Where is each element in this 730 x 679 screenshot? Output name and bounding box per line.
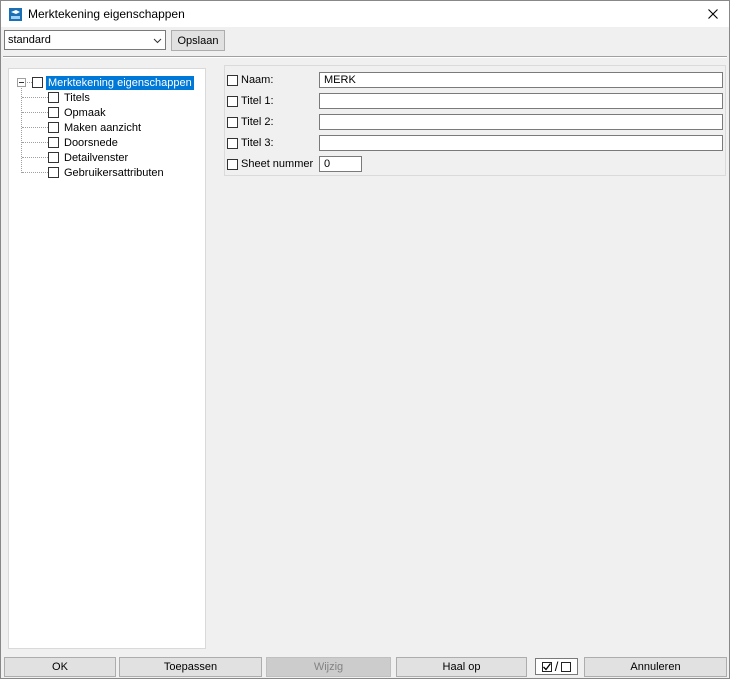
tree-item-titels[interactable]: Titels: [48, 90, 92, 105]
property-row-naam: Naam:: [227, 72, 273, 88]
property-checkbox[interactable]: [227, 116, 238, 128]
titel-2-field[interactable]: [319, 114, 723, 130]
tree-item-label: Titels: [64, 91, 90, 104]
naam-field[interactable]: MERK: [319, 72, 723, 88]
tree-line: [22, 142, 48, 143]
unchecked-box-icon: [561, 661, 572, 672]
property-row-titel-2: Titel 2:: [227, 114, 274, 130]
tree-item-gebruikersattributen[interactable]: Gebruikersattributen: [48, 165, 166, 180]
property-tree[interactable]: Merktekening eigenschappen Titels Opmaak…: [8, 68, 206, 649]
separator: [3, 56, 727, 58]
property-checkbox[interactable]: [227, 95, 238, 107]
tree-line: [22, 127, 48, 128]
property-label: Titel 3:: [241, 137, 274, 149]
tree-item-label: Merktekening eigenschappen: [46, 75, 194, 90]
tree-checkbox[interactable]: [48, 122, 59, 133]
property-row-titel-1: Titel 1:: [227, 93, 274, 109]
tree-checkbox[interactable]: [48, 167, 59, 178]
property-label: Sheet nummer: [241, 158, 314, 170]
dialog-window: Merktekening eigenschappen standard Opsl…: [0, 0, 730, 679]
property-label: Titel 2:: [241, 116, 274, 128]
tree-item-label: Opmaak: [64, 106, 106, 119]
tree-checkbox[interactable]: [48, 92, 59, 103]
property-label: Titel 1:: [241, 95, 274, 107]
select-all-toggle-button[interactable]: /: [535, 658, 578, 675]
cancel-button[interactable]: Annuleren: [584, 657, 727, 677]
tree-checkbox[interactable]: [48, 137, 59, 148]
app-icon: [9, 8, 22, 21]
tree-checkbox[interactable]: [48, 152, 59, 163]
get-button[interactable]: Haal op: [396, 657, 527, 677]
titel-3-field[interactable]: [319, 135, 723, 151]
title-bar: Merktekening eigenschappen: [1, 1, 729, 27]
titel-1-field[interactable]: [319, 93, 723, 109]
preset-value: standard: [8, 34, 51, 46]
close-button[interactable]: [701, 2, 725, 26]
toggle-separator: /: [554, 658, 559, 674]
close-icon: [708, 9, 718, 19]
properties-panel: Naam: MERK Titel 1: Titel 2: Titel 3: Sh…: [224, 65, 726, 176]
preset-select[interactable]: standard: [4, 30, 166, 50]
tree-line: [22, 112, 48, 113]
tree-item-label: Maken aanzicht: [64, 121, 142, 134]
ok-button[interactable]: OK: [4, 657, 116, 677]
tree-item-label: Doorsnede: [64, 136, 118, 149]
tree-item-opmaak[interactable]: Opmaak: [48, 105, 108, 120]
tree-checkbox[interactable]: [48, 107, 59, 118]
checked-box-icon: [541, 661, 552, 672]
tree-item-label: Gebruikersattributen: [64, 166, 164, 179]
property-checkbox[interactable]: [227, 74, 238, 86]
tree-line: [22, 97, 48, 98]
tree-item-doorsnede[interactable]: Doorsnede: [48, 135, 120, 150]
collapse-toggle[interactable]: [17, 78, 26, 87]
tree-item-root[interactable]: Merktekening eigenschappen: [32, 75, 194, 90]
tree-item-detailvenster[interactable]: Detailvenster: [48, 150, 130, 165]
tree-checkbox[interactable]: [32, 77, 43, 88]
tree-item-label: Detailvenster: [64, 151, 129, 164]
property-row-titel-3: Titel 3:: [227, 135, 274, 151]
sheet-nummer-field[interactable]: 0: [319, 156, 362, 172]
tree-line: [22, 157, 48, 158]
window-title: Merktekening eigenschappen: [28, 7, 185, 21]
property-checkbox[interactable]: [227, 158, 238, 170]
tree-line: [22, 172, 48, 173]
tree-line: [21, 88, 22, 173]
tree-item-maken-aanzicht[interactable]: Maken aanzicht: [48, 120, 143, 135]
property-checkbox[interactable]: [227, 137, 238, 149]
property-label: Naam:: [241, 74, 274, 86]
save-button[interactable]: Opslaan: [171, 30, 225, 51]
chevron-down-icon: [153, 38, 162, 44]
modify-button[interactable]: Wijzig: [266, 657, 391, 677]
apply-button[interactable]: Toepassen: [119, 657, 262, 677]
property-row-sheet-nummer: Sheet nummer: [227, 156, 313, 172]
